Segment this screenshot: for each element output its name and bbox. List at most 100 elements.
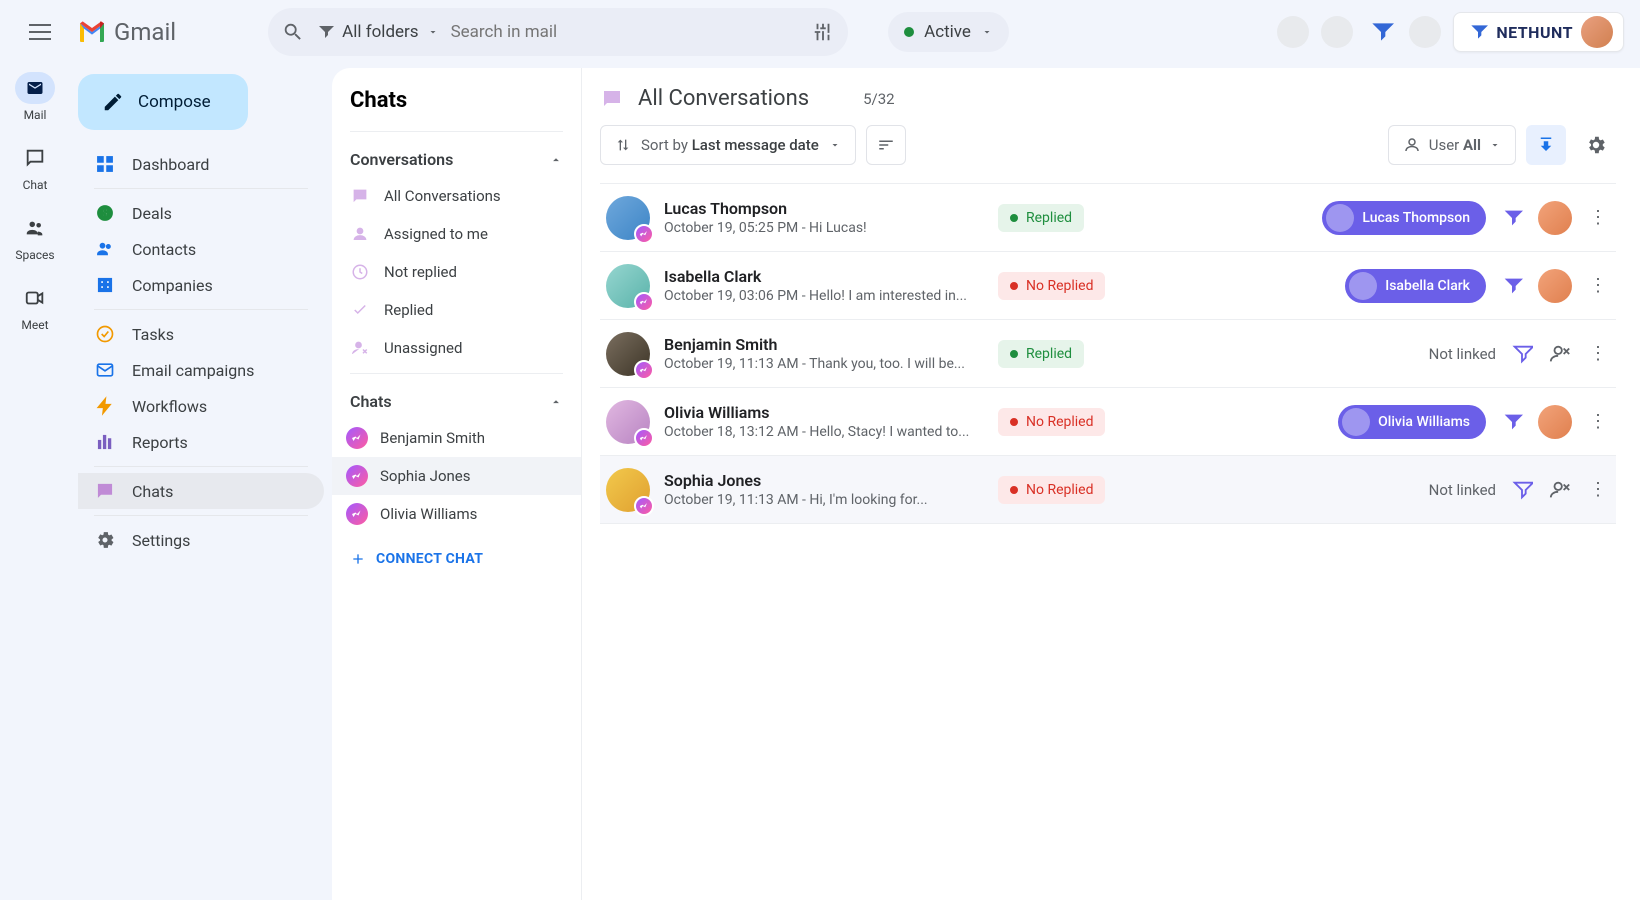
chats-icon bbox=[94, 481, 116, 501]
not-linked-label: Not linked bbox=[1429, 481, 1496, 499]
user-filter[interactable]: User All bbox=[1388, 125, 1516, 165]
rail-meet[interactable]: Meet bbox=[15, 282, 55, 332]
gmail-logo[interactable]: Gmail bbox=[76, 16, 176, 48]
rail-mail[interactable]: Mail bbox=[15, 72, 55, 122]
status-dropdown[interactable]: Active bbox=[888, 12, 1009, 52]
status-chip: Replied bbox=[998, 204, 1084, 232]
no-assignee-icon[interactable] bbox=[1548, 478, 1572, 502]
chevron-up-icon bbox=[549, 395, 563, 409]
assignee-avatar[interactable] bbox=[1538, 405, 1572, 439]
conversation-avatar bbox=[606, 264, 650, 308]
contacts-icon bbox=[94, 239, 116, 259]
nethunt-link-icon[interactable] bbox=[1500, 410, 1524, 434]
conversation-name: Benjamin Smith bbox=[664, 335, 984, 354]
section-conversations-header[interactable]: Conversations bbox=[332, 138, 581, 177]
chevron-down-icon bbox=[981, 26, 993, 38]
sidebar-item-workflows[interactable]: Workflows bbox=[78, 388, 324, 424]
tune-icon[interactable] bbox=[812, 21, 834, 43]
search-icon bbox=[282, 21, 304, 43]
linked-contact-pill[interactable]: Olivia Williams bbox=[1338, 405, 1486, 439]
conv-filter-person-x[interactable]: Unassigned bbox=[332, 329, 581, 367]
search-scope-dropdown[interactable]: All folders bbox=[316, 22, 438, 42]
conversation-row[interactable]: Benjamin Smith October 19, 11:13 AM - Th… bbox=[600, 320, 1616, 388]
conversation-avatar bbox=[606, 468, 650, 512]
hamburger-icon bbox=[29, 24, 51, 40]
row-more-button[interactable]: ⋮ bbox=[1586, 479, 1610, 500]
no-assignee-icon[interactable] bbox=[1548, 342, 1572, 366]
sidebar-item-companies[interactable]: Companies bbox=[78, 267, 324, 303]
connect-chat-button[interactable]: CONNECT CHAT bbox=[332, 533, 581, 567]
nethunt-link-icon[interactable] bbox=[1500, 274, 1524, 298]
svg-text:$: $ bbox=[102, 206, 108, 219]
app-rail: Mail Chat Spaces Meet bbox=[0, 64, 70, 900]
search-input[interactable] bbox=[451, 22, 801, 42]
conversation-avatar bbox=[606, 332, 650, 376]
conversation-row[interactable]: Isabella Clark October 19, 03:06 PM - He… bbox=[600, 252, 1616, 320]
sidebar-item-settings[interactable]: Settings bbox=[78, 522, 324, 558]
sidebar-item-dashboard[interactable]: Dashboard bbox=[78, 146, 324, 182]
section-chats-header[interactable]: Chats bbox=[332, 380, 581, 419]
gmail-label: Gmail bbox=[114, 18, 176, 46]
conv-filter-clock[interactable]: Not replied bbox=[332, 253, 581, 291]
main-menu-button[interactable] bbox=[16, 8, 64, 56]
row-more-button[interactable]: ⋮ bbox=[1586, 207, 1610, 228]
messenger-badge-icon bbox=[634, 360, 654, 380]
sort-direction-button[interactable] bbox=[866, 125, 906, 165]
assignee-avatar[interactable] bbox=[1538, 269, 1572, 303]
email-campaigns-icon bbox=[94, 360, 116, 380]
chat-person[interactable]: Olivia Williams bbox=[332, 495, 581, 533]
status-active-dot bbox=[904, 27, 914, 37]
search-bar[interactable]: All folders bbox=[268, 8, 848, 56]
row-more-button[interactable]: ⋮ bbox=[1586, 411, 1610, 432]
status-chip: Replied bbox=[998, 340, 1084, 368]
download-button[interactable] bbox=[1526, 125, 1566, 165]
conversation-row[interactable]: Lucas Thompson October 19, 05:25 PM - Hi… bbox=[600, 184, 1616, 252]
chat-person[interactable]: Benjamin Smith bbox=[332, 419, 581, 457]
sort-button[interactable]: Sort by Last message date bbox=[600, 125, 856, 165]
conversation-name: Olivia Williams bbox=[664, 403, 984, 422]
settings-button[interactable] bbox=[1576, 125, 1616, 165]
sidebar-item-tasks[interactable]: Tasks bbox=[78, 316, 324, 352]
person-icon bbox=[1403, 136, 1421, 154]
nethunt-account-button[interactable]: NETHUNT bbox=[1453, 12, 1624, 52]
nethunt-link-icon[interactable] bbox=[1510, 342, 1534, 366]
sidebar-item-contacts[interactable]: Contacts bbox=[78, 231, 324, 267]
nethunt-link-icon[interactable] bbox=[1510, 478, 1534, 502]
sidebar-item-chats[interactable]: Chats bbox=[78, 473, 324, 509]
header-app-nethunt[interactable] bbox=[1365, 16, 1397, 48]
linked-contact-pill[interactable]: Isabella Clark bbox=[1345, 269, 1486, 303]
sidebar-item-reports[interactable]: Reports bbox=[78, 424, 324, 460]
header-app-1[interactable] bbox=[1277, 16, 1309, 48]
tasks-icon bbox=[94, 324, 116, 344]
sidebar: Compose Dashboard $DealsContactsCompanies… bbox=[70, 64, 332, 900]
conversation-row[interactable]: Sophia Jones October 19, 11:13 AM - Hi, … bbox=[600, 456, 1616, 524]
nethunt-link-icon[interactable] bbox=[1500, 206, 1524, 230]
chats-column: Chats Conversations All ConversationsAss… bbox=[332, 68, 582, 900]
compose-button[interactable]: Compose bbox=[78, 74, 248, 130]
linked-contact-pill[interactable]: Lucas Thompson bbox=[1322, 201, 1486, 235]
sort-icon bbox=[615, 137, 631, 153]
conversation-name: Sophia Jones bbox=[664, 471, 984, 490]
conv-filter-chat[interactable]: All Conversations bbox=[332, 177, 581, 215]
row-more-button[interactable]: ⋮ bbox=[1586, 343, 1610, 364]
conv-filter-person[interactable]: Assigned to me bbox=[332, 215, 581, 253]
deals-icon: $ bbox=[94, 203, 116, 223]
conv-filter-check[interactable]: Replied bbox=[332, 291, 581, 329]
row-more-button[interactable]: ⋮ bbox=[1586, 275, 1610, 296]
assignee-avatar[interactable] bbox=[1538, 201, 1572, 235]
conversation-name: Lucas Thompson bbox=[664, 199, 984, 218]
chat-person[interactable]: Sophia Jones bbox=[332, 457, 581, 495]
contact-avatar bbox=[1349, 272, 1377, 300]
rail-spaces[interactable]: Spaces bbox=[15, 212, 55, 262]
header-app-2[interactable] bbox=[1321, 16, 1353, 48]
rail-chat[interactable]: Chat bbox=[15, 142, 55, 192]
sidebar-item-deals[interactable]: $Deals bbox=[78, 195, 324, 231]
header-app-4[interactable] bbox=[1409, 16, 1441, 48]
person-x-icon bbox=[350, 339, 370, 357]
clock-icon bbox=[350, 263, 370, 281]
pencil-icon bbox=[102, 91, 124, 113]
messenger-icon bbox=[346, 465, 368, 487]
conversation-row[interactable]: Olivia Williams October 18, 13:12 AM - H… bbox=[600, 388, 1616, 456]
sidebar-item-email-campaigns[interactable]: Email campaigns bbox=[78, 352, 324, 388]
workflows-icon bbox=[94, 396, 116, 416]
